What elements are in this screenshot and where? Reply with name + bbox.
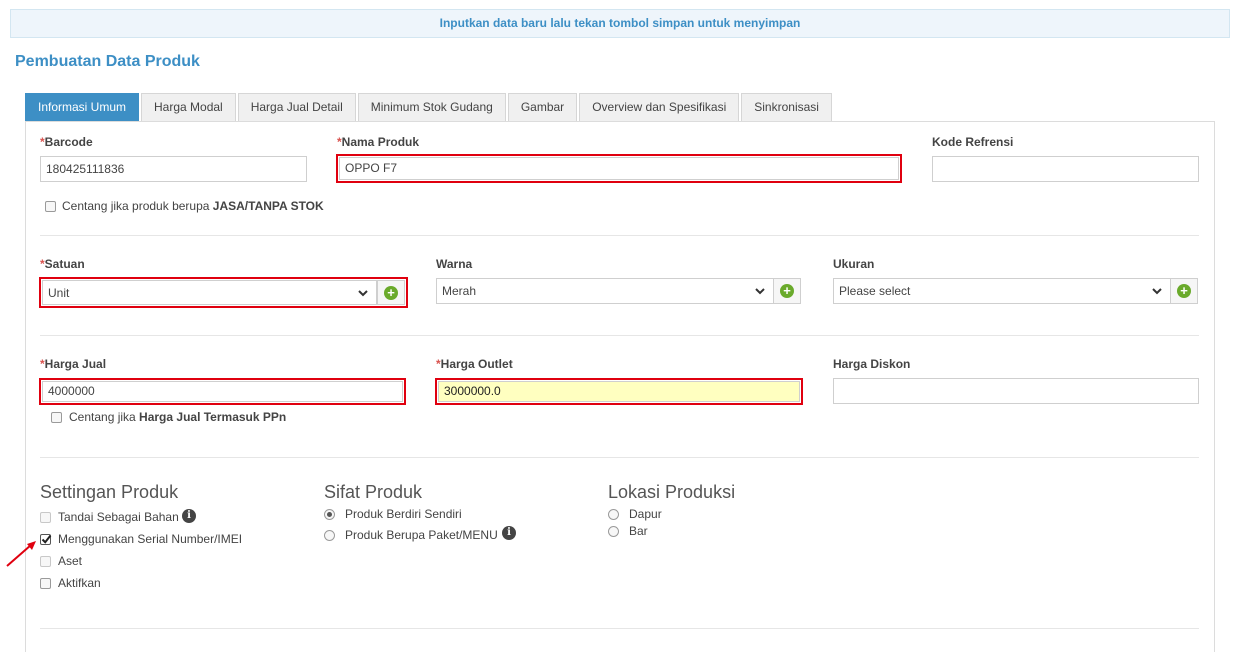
divider — [40, 457, 1199, 458]
info-icon[interactable]: i — [182, 509, 196, 523]
ukuran-select[interactable]: Please select — [833, 278, 1171, 304]
harga-jual-input[interactable]: 4000000 — [39, 378, 406, 405]
tab-bar: Informasi Umum Harga Modal Harga Jual De… — [25, 93, 834, 121]
page-title: Pembuatan Data Produk — [15, 53, 200, 70]
warna-select[interactable]: Merah — [436, 278, 774, 304]
nama-produk-label: *Nama Produk — [337, 135, 420, 149]
info-icon[interactable]: i — [502, 526, 516, 540]
aktifkan-checkbox[interactable] — [40, 578, 51, 589]
paket-menu-label: Produk Berupa Paket/MENU — [345, 528, 498, 542]
tab-harga-modal[interactable]: Harga Modal — [141, 93, 236, 121]
warna-group: Merah + — [436, 278, 802, 304]
ppn-checkbox[interactable] — [51, 412, 62, 423]
ppn-checkbox-label: Centang jika Harga Jual Termasuk PPn — [69, 410, 287, 424]
aset-label: Aset — [58, 554, 83, 568]
tandai-bahan-checkbox[interactable] — [40, 512, 51, 523]
harga-diskon-input[interactable] — [833, 378, 1199, 404]
tab-harga-jual-detail[interactable]: Harga Jual Detail — [237, 93, 356, 121]
tab-gambar[interactable]: Gambar — [507, 93, 578, 121]
ukuran-label: Ukuran — [833, 257, 875, 271]
tab-sinkronisasi[interactable]: Sinkronisasi — [741, 93, 832, 121]
barcode-input[interactable]: 180425111836 — [40, 156, 307, 182]
paket-menu-radio[interactable] — [324, 530, 335, 541]
settingan-produk-title: Settingan Produk — [40, 482, 179, 502]
dapur-label: Dapur — [629, 507, 662, 521]
chevron-down-icon — [1152, 288, 1162, 295]
serial-number-label: Menggunakan Serial Number/IMEI — [58, 532, 243, 546]
nama-produk-input[interactable]: OPPO F7 — [336, 154, 902, 183]
tab-informasi-umum[interactable]: Informasi Umum — [25, 93, 140, 121]
info-notice: Inputkan data baru lalu tekan tombol sim… — [10, 9, 1230, 38]
add-satuan-button[interactable]: + — [377, 280, 405, 305]
red-arrow-icon — [6, 541, 36, 567]
bar-radio[interactable] — [608, 526, 619, 537]
divider — [40, 335, 1199, 336]
jasa-checkbox-label: Centang jika produk berupa JASA/TANPA ST… — [62, 199, 324, 213]
kode-refrensi-input[interactable] — [932, 156, 1199, 182]
satuan-select[interactable]: Unit — [42, 280, 377, 305]
add-ukuran-button[interactable]: + — [1170, 278, 1198, 304]
harga-diskon-label: Harga Diskon — [833, 357, 911, 371]
harga-jual-label: *Harga Jual — [40, 357, 107, 371]
ukuran-group: Please select + — [833, 278, 1199, 304]
jasa-checkbox[interactable] — [45, 201, 56, 212]
berdiri-sendiri-label: Produk Berdiri Sendiri — [345, 507, 462, 521]
plus-icon: + — [1177, 284, 1191, 298]
kode-refrensi-label: Kode Refrensi — [932, 135, 1014, 149]
lokasi-produksi-title: Lokasi Produksi — [608, 482, 736, 502]
tandai-bahan-label: Tandai Sebagai Bahan — [58, 510, 179, 524]
satuan-group: Unit + — [39, 277, 408, 308]
berdiri-sendiri-radio[interactable] — [324, 509, 335, 520]
plus-icon: + — [780, 284, 794, 298]
tab-minimum-stok-gudang[interactable]: Minimum Stok Gudang — [357, 93, 506, 121]
harga-outlet-label: *Harga Outlet — [436, 357, 513, 371]
warna-label: Warna — [436, 257, 473, 271]
chevron-down-icon — [755, 288, 765, 295]
chevron-down-icon — [358, 290, 368, 297]
barcode-label: *Barcode — [40, 135, 93, 149]
aset-checkbox[interactable] — [40, 556, 51, 567]
divider — [40, 235, 1199, 236]
satuan-label: *Satuan — [40, 257, 85, 271]
bar-label: Bar — [629, 524, 648, 538]
serial-number-checkbox[interactable] — [40, 534, 52, 545]
checkmark-icon — [41, 534, 52, 544]
aktifkan-label: Aktifkan — [58, 576, 101, 590]
tab-overview-spesifikasi[interactable]: Overview dan Spesifikasi — [579, 93, 740, 121]
harga-outlet-input[interactable]: 3000000.0 — [435, 378, 803, 405]
sifat-produk-title: Sifat Produk — [324, 482, 423, 502]
add-warna-button[interactable]: + — [773, 278, 801, 304]
dapur-radio[interactable] — [608, 509, 619, 520]
divider — [40, 628, 1199, 629]
plus-icon: + — [384, 286, 398, 300]
